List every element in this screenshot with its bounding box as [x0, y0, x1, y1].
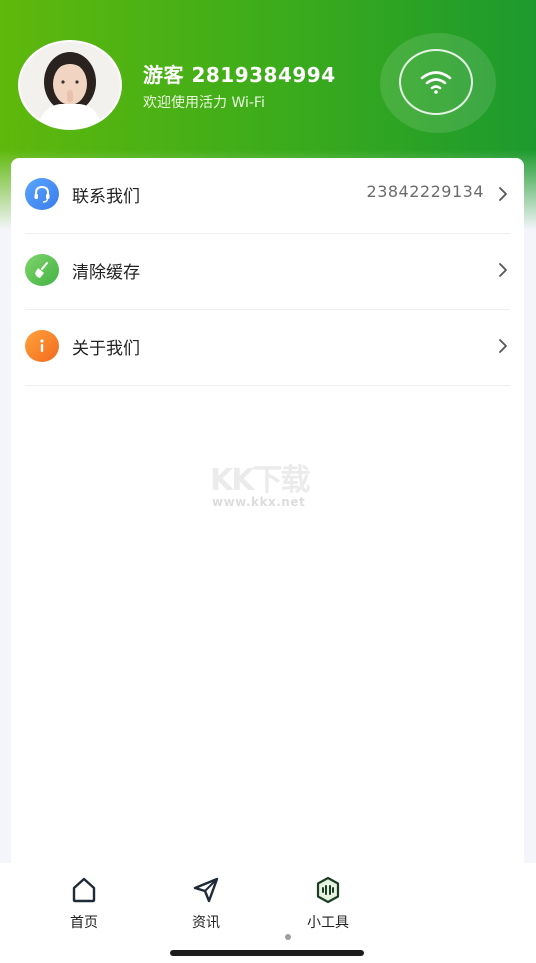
- menu-card: 联系我们 23842229134 清除缓存 关于我们: [11, 158, 524, 878]
- menu-item-label: 关于我们: [72, 339, 140, 359]
- menu-item-contact-us[interactable]: 联系我们 23842229134: [25, 158, 510, 234]
- chevron-right-icon: [499, 187, 507, 201]
- avatar-image: [20, 42, 120, 128]
- tab-news[interactable]: 资讯: [166, 875, 246, 935]
- avatar[interactable]: [18, 40, 122, 130]
- chevron-right-icon: [499, 339, 507, 353]
- menu-item-clear-cache[interactable]: 清除缓存: [25, 234, 510, 310]
- tab-label: 小工具: [307, 915, 349, 931]
- chevron-right-icon: [499, 263, 507, 277]
- headset-icon: [25, 178, 59, 210]
- tools-icon: [316, 876, 340, 904]
- send-icon: [193, 877, 219, 903]
- info-icon: [25, 330, 59, 362]
- welcome-text: 欢迎使用活力 Wi-Fi: [143, 95, 265, 111]
- tab-tools[interactable]: 小工具: [288, 875, 368, 935]
- menu-item-label: 联系我们: [72, 187, 140, 207]
- menu-item-label: 清除缓存: [72, 263, 140, 283]
- broom-icon: [25, 254, 59, 286]
- bottom-tab-bar: 首页 资讯 小工具: [0, 863, 536, 963]
- tab-label: 首页: [70, 915, 98, 931]
- wifi-button[interactable]: [399, 49, 473, 115]
- home-indicator[interactable]: [170, 950, 364, 956]
- tab-home[interactable]: 首页: [44, 875, 124, 935]
- tab-label: 资讯: [192, 915, 220, 931]
- menu-item-about-us[interactable]: 关于我们: [25, 310, 510, 386]
- home-icon: [72, 877, 96, 903]
- watermark: KK下载 www.kkx.net: [210, 455, 340, 515]
- page-indicator-dot: [285, 934, 291, 940]
- watermark-logo: KK下载: [210, 463, 310, 498]
- wifi-icon: [420, 71, 452, 94]
- username: 游客 2819384994: [143, 63, 336, 87]
- contact-phone-value: 23842229134: [366, 182, 484, 201]
- watermark-url: www.kkx.net: [212, 495, 306, 509]
